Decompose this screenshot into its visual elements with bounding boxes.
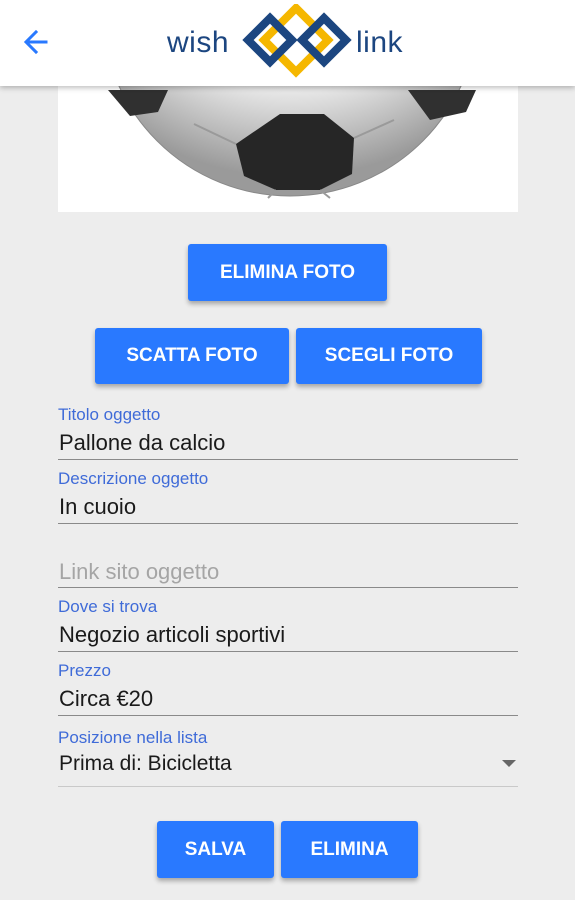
logo-mark-icon xyxy=(242,4,352,78)
list-position-select[interactable]: Posizione nella lista Prima di: Biciclet… xyxy=(58,728,518,787)
list-position-label: Posizione nella lista xyxy=(58,728,208,747)
location-field[interactable]: Dove si trova Negozio articoli sportivi xyxy=(58,597,518,652)
save-button[interactable]: SALVA xyxy=(157,821,274,878)
take-photo-button[interactable]: SCATTA FOTO xyxy=(95,328,289,384)
list-position-value[interactable]: Prima di: Bicicletta xyxy=(59,752,232,776)
app-bar: wish link xyxy=(0,0,575,86)
title-field-value[interactable]: Pallone da calcio xyxy=(59,430,225,456)
description-field[interactable]: Descrizione oggetto In cuoio xyxy=(58,469,518,524)
back-button[interactable] xyxy=(20,24,60,60)
delete-button[interactable]: ELIMINA xyxy=(281,821,418,878)
title-field-label: Titolo oggetto xyxy=(58,405,161,424)
price-field-value[interactable]: Circa €20 xyxy=(59,686,153,712)
soccer-ball-image xyxy=(108,86,476,199)
link-field[interactable]: Link sito oggetto xyxy=(58,533,518,588)
logo-text-wish: wish xyxy=(167,26,230,59)
link-field-placeholder[interactable]: Link sito oggetto xyxy=(59,559,219,585)
dropdown-arrow-icon[interactable] xyxy=(502,760,516,767)
title-field[interactable]: Titolo oggetto Pallone da calcio xyxy=(58,405,518,460)
description-field-value[interactable]: In cuoio xyxy=(59,494,136,520)
price-field-label: Prezzo xyxy=(58,661,111,680)
description-field-label: Descrizione oggetto xyxy=(58,469,209,488)
logo-text-link: link xyxy=(356,26,404,59)
delete-photo-button[interactable]: ELIMINA FOTO xyxy=(188,244,387,301)
arrow-left-icon xyxy=(23,29,48,55)
choose-photo-button[interactable]: SCEGLI FOTO xyxy=(296,328,482,384)
location-field-value[interactable]: Negozio articoli sportivi xyxy=(59,622,285,648)
wishlink-logo: wish link xyxy=(164,4,414,78)
price-field[interactable]: Prezzo Circa €20 xyxy=(58,661,518,716)
item-photo xyxy=(58,86,518,212)
location-field-label: Dove si trova xyxy=(58,597,158,616)
